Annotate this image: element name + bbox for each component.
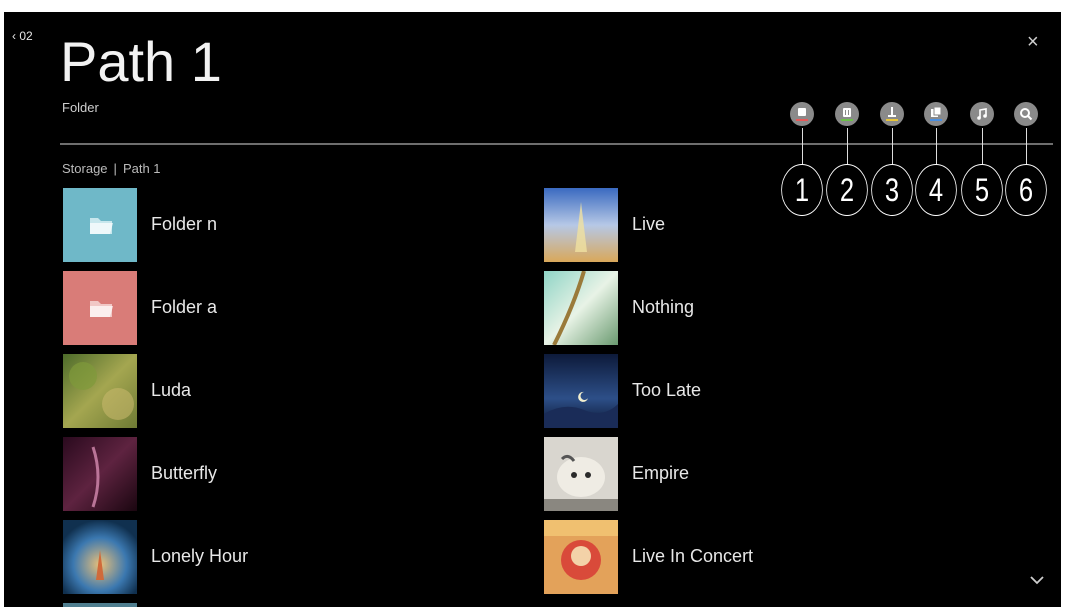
breadcrumb-separator: | xyxy=(113,161,117,176)
header-divider xyxy=(60,143,1053,145)
list-item-butterfly[interactable]: Butterfly xyxy=(63,437,503,511)
album-art-image xyxy=(63,354,137,428)
item-label: Lonely Hour xyxy=(151,546,249,566)
breadcrumb-current: Path 1 xyxy=(122,161,161,176)
close-button[interactable]: × xyxy=(1027,32,1039,52)
album-art-image xyxy=(63,520,137,594)
delete-button[interactable] xyxy=(835,102,859,126)
music-player-button[interactable] xyxy=(970,102,994,126)
list-item-live[interactable]: Live xyxy=(544,188,984,262)
album-art-image xyxy=(544,188,618,262)
folder-thumbnail xyxy=(63,188,137,262)
callout-leader-5 xyxy=(982,128,983,168)
list-item-live-in-concert[interactable]: Live In Concert xyxy=(544,520,984,594)
delete-icon xyxy=(843,108,851,117)
red-key-indicator xyxy=(796,119,808,121)
view-type-icon xyxy=(798,108,806,116)
green-key-indicator xyxy=(841,119,853,121)
breadcrumb-root[interactable]: Storage xyxy=(62,161,108,176)
list-item-too-late[interactable]: Too Late xyxy=(544,354,984,428)
list-item-lonely-hour[interactable]: Lonely Hour xyxy=(63,520,503,594)
album-art-image xyxy=(544,271,618,345)
item-label: Live xyxy=(632,214,666,234)
callout-leader-3 xyxy=(892,128,893,168)
page-subtitle: Folder xyxy=(62,100,99,115)
folder-thumbnail xyxy=(63,271,137,345)
list-item-nothing[interactable]: Nothing xyxy=(544,271,984,345)
search-button[interactable] xyxy=(1014,102,1038,126)
item-label: Butterfly xyxy=(151,463,218,483)
yellow-key-indicator xyxy=(886,119,898,121)
breadcrumb: Storage | Path 1 xyxy=(62,161,161,176)
album-art-image xyxy=(544,437,618,511)
item-label: Nothing xyxy=(632,297,695,317)
list-item-folder-n[interactable]: Folder n xyxy=(63,188,503,262)
item-label: Too Late xyxy=(632,380,702,400)
item-label: Luda xyxy=(151,380,192,400)
copy-icon xyxy=(931,106,942,117)
sort-button[interactable] xyxy=(880,102,904,126)
callout-leader-4 xyxy=(936,128,937,168)
callout-leader-2 xyxy=(847,128,848,168)
item-label: Live In Concert xyxy=(632,546,754,566)
copy-button[interactable] xyxy=(924,102,948,126)
album-art-image xyxy=(544,354,618,428)
callout-6: 6 xyxy=(1005,164,1047,216)
view-type-button[interactable] xyxy=(790,102,814,126)
item-label: Folder n xyxy=(151,214,218,234)
list-item-folder-a[interactable]: Folder a xyxy=(63,271,503,345)
folder-icon xyxy=(90,301,113,317)
folder-icon xyxy=(90,218,113,234)
media-browser-screen: ‹ 02 Path 1 Folder × 1 2 3 4 5 6 Storage… xyxy=(4,12,1061,607)
callout-leader-1 xyxy=(802,128,803,168)
search-icon xyxy=(1020,108,1033,121)
next-item-peek xyxy=(63,603,137,607)
callout-leader-6 xyxy=(1026,128,1027,168)
scroll-down-chevron-icon[interactable] xyxy=(1029,575,1045,585)
item-label: Empire xyxy=(632,463,690,483)
list-item-luda[interactable]: Luda xyxy=(63,354,503,428)
music-player-icon xyxy=(977,108,987,120)
album-art-image xyxy=(544,520,618,594)
back-button[interactable]: ‹ 02 xyxy=(12,29,33,43)
list-item-empire[interactable]: Empire xyxy=(544,437,984,511)
page-title: Path 1 xyxy=(60,30,222,93)
item-label: Folder a xyxy=(151,297,218,317)
blue-key-indicator xyxy=(930,119,942,121)
sort-icon xyxy=(888,107,896,117)
album-art-image xyxy=(63,437,137,511)
